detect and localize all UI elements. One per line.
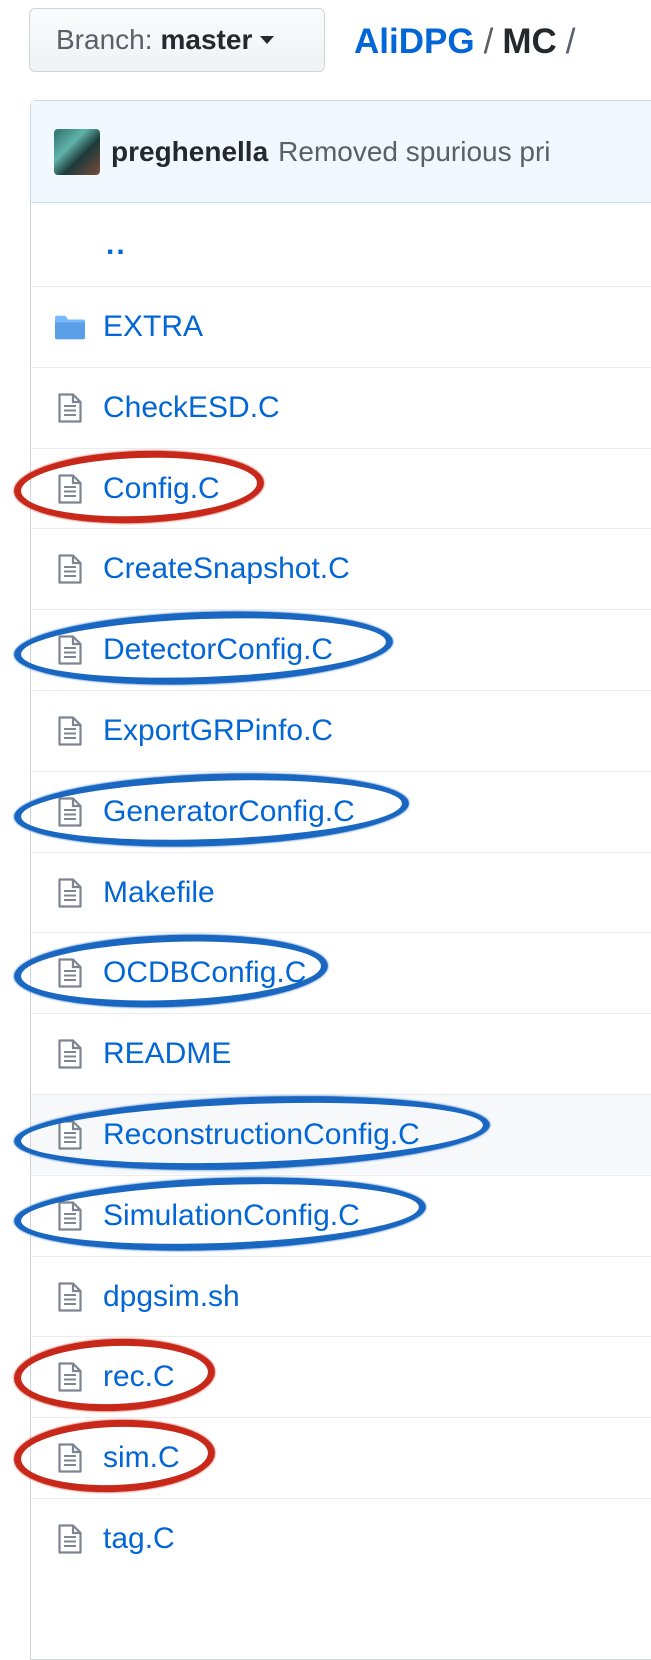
file-icon [55, 1281, 85, 1312]
file-row-exportgrpinfo-c[interactable]: ExportGRPinfo.C [31, 690, 651, 770]
file-link[interactable]: ExportGRPinfo.C [103, 714, 333, 748]
avatar[interactable] [54, 128, 100, 175]
caret-down-icon [260, 36, 275, 44]
parent-directory-link[interactable]: .. [106, 228, 127, 262]
file-row-createsnapshot-c[interactable]: CreateSnapshot.C [31, 528, 651, 608]
file-row-dpgsim-sh[interactable]: dpgsim.sh [31, 1256, 651, 1336]
parent-directory-row[interactable]: .. [31, 203, 651, 286]
file-icon [55, 877, 85, 908]
file-icon [55, 392, 85, 423]
file-icon [55, 1523, 85, 1554]
repo-header: Branch: master AliDPG / MC / [0, 0, 651, 100]
file-link[interactable]: Makefile [103, 876, 215, 910]
file-icon [55, 1038, 85, 1069]
branch-name: master [160, 24, 253, 55]
file-row-checkesd-c[interactable]: CheckESD.C [31, 367, 651, 447]
file-row-readme[interactable]: README [31, 1013, 651, 1093]
branch-select-button[interactable]: Branch: master [29, 8, 325, 72]
breadcrumb: AliDPG / MC / [354, 14, 584, 70]
file-icon [55, 715, 85, 746]
file-link[interactable]: EXTRA [103, 310, 203, 344]
file-row-tag-c[interactable]: tag.C [31, 1498, 651, 1578]
file-link[interactable]: CheckESD.C [103, 391, 280, 425]
file-link[interactable]: README [103, 1037, 231, 1071]
breadcrumb-folder: MC [502, 22, 557, 61]
breadcrumb-separator: / [483, 22, 494, 61]
commit-message[interactable]: Removed spurious pri [278, 136, 550, 168]
breadcrumb-separator: / [565, 22, 576, 61]
commit-author[interactable]: preghenella [111, 136, 268, 168]
file-row-makefile[interactable]: Makefile [31, 852, 651, 932]
breadcrumb-repo-link[interactable]: AliDPG [354, 22, 475, 62]
latest-commit-bar: preghenella Removed spurious pri [31, 101, 651, 203]
file-icon [55, 553, 85, 584]
branch-prefix: Branch: [56, 24, 153, 55]
file-link[interactable]: tag.C [103, 1522, 175, 1556]
file-link[interactable]: dpgsim.sh [103, 1280, 240, 1314]
folder-icon [55, 314, 85, 340]
file-link[interactable]: CreateSnapshot.C [103, 552, 350, 586]
file-row-extra[interactable]: EXTRA [31, 286, 651, 366]
